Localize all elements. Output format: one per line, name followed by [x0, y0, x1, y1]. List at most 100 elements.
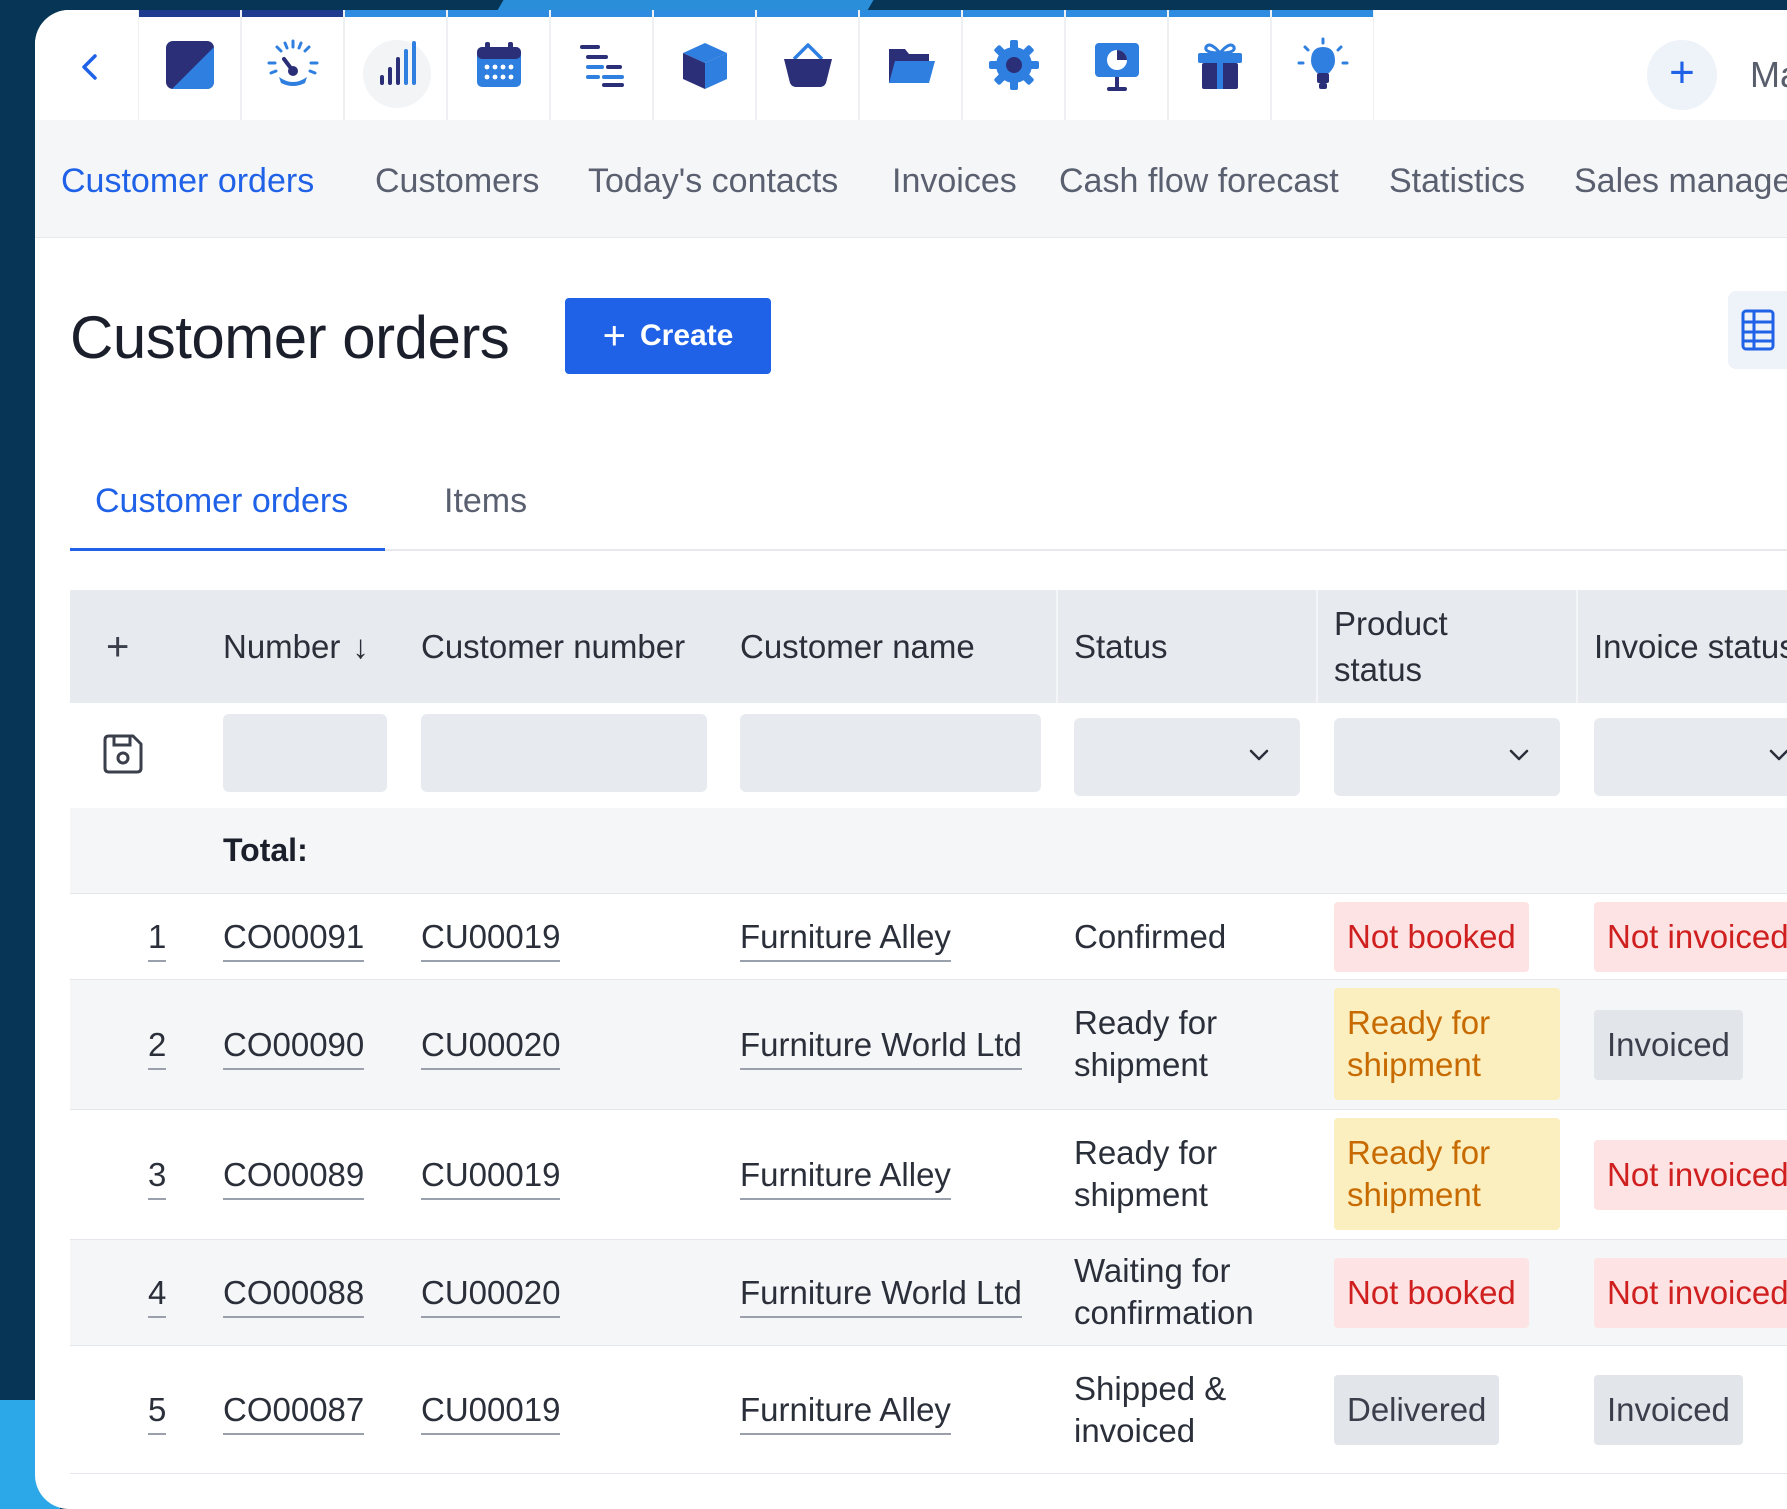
customer-name-link[interactable]: Furniture World Ltd [740, 1272, 1022, 1318]
modnav-customers[interactable]: Customers [375, 162, 539, 201]
table-row[interactable]: 5 CO00087 CU00019 Furniture Alley Shippe… [70, 1346, 1787, 1474]
customer-number-link[interactable]: CU00019 [421, 916, 561, 962]
column-divider [1316, 590, 1318, 703]
row-index[interactable]: 1 [148, 916, 167, 962]
lightbulb-icon [1297, 37, 1348, 89]
product-status-badge: Ready for shipment [1334, 1118, 1560, 1230]
settings-gear-icon [988, 40, 1039, 90]
table-row[interactable]: 4 CO00088 CU00020 Furniture World Ltd Wa… [70, 1240, 1787, 1346]
app-documents[interactable] [859, 10, 962, 120]
row-index[interactable]: 5 [148, 1389, 167, 1435]
orders-grid: + Number ↓ Customer number Customer name… [70, 590, 1787, 1474]
tab-customer-orders[interactable]: Customer orders [95, 482, 348, 521]
customer-number-link[interactable]: CU00020 [421, 1024, 561, 1070]
order-status: Confirmed [1074, 918, 1227, 955]
filter-customer-number-input[interactable] [421, 714, 707, 792]
column-number[interactable]: Number ↓ [223, 590, 369, 703]
column-product-status[interactable]: Product status [1334, 590, 1494, 703]
order-status: Waiting for confirmation [1074, 1252, 1254, 1331]
total-row: Total: [70, 808, 1787, 894]
order-number-link[interactable]: CO00091 [223, 916, 365, 962]
row-index[interactable]: 2 [148, 1024, 167, 1070]
order-number-link[interactable]: CO00088 [223, 1272, 365, 1318]
modnav-statistics[interactable]: Statistics [1389, 162, 1525, 201]
app-dashboard[interactable] [241, 10, 344, 120]
dashboard-gauge-icon [267, 39, 318, 86]
table-row[interactable]: 3 CO00089 CU00019 Furniture Alley Ready … [70, 1110, 1787, 1240]
app-brand-logo[interactable] [138, 10, 241, 120]
modnav-sales-management[interactable]: Sales manage [1574, 162, 1787, 201]
customer-name-link[interactable]: Furniture Alley [740, 1154, 951, 1200]
page-title: Customer orders [70, 304, 510, 371]
app-inventory[interactable] [653, 10, 756, 120]
modnav-cash-flow-forecast[interactable]: Cash flow forecast [1059, 162, 1339, 201]
app-statistics[interactable] [344, 10, 447, 120]
brand-logo-icon [165, 41, 214, 89]
add-app-button[interactable]: + [1647, 40, 1717, 110]
app-gifts[interactable] [1168, 10, 1271, 120]
order-number-link[interactable]: CO00087 [223, 1389, 365, 1435]
filter-status-select[interactable] [1074, 718, 1300, 796]
plus-icon: + [602, 314, 626, 358]
invoice-status-badge: Not invoiced [1594, 902, 1787, 972]
presentation-board-icon [1094, 43, 1139, 91]
modnav-customer-orders[interactable]: Customer orders [61, 162, 314, 201]
table-grid-icon [1741, 309, 1775, 351]
product-status-badge: Delivered [1334, 1375, 1500, 1445]
table-row[interactable]: 2 CO00090 CU00020 Furniture World Ltd Re… [70, 980, 1787, 1110]
filter-row [70, 703, 1787, 808]
app-window: + Ma Customer orders Customers Today's c… [35, 10, 1787, 1509]
app-gantt[interactable] [550, 10, 653, 120]
shopping-basket-icon [783, 43, 832, 87]
customer-number-link[interactable]: CU00019 [421, 1154, 561, 1200]
filter-customer-name-input[interactable] [740, 714, 1041, 792]
invoice-status-badge: Not invoiced [1594, 1140, 1787, 1210]
product-status-badge: Not booked [1334, 1258, 1529, 1328]
app-presentation[interactable] [1065, 10, 1168, 120]
inventory-cube-icon [682, 43, 727, 89]
filter-number-input[interactable] [223, 714, 387, 792]
order-number-link[interactable]: CO00089 [223, 1154, 365, 1200]
invoice-status-badge: Invoiced [1594, 1375, 1743, 1445]
app-sales[interactable] [756, 10, 859, 120]
customer-name-link[interactable]: Furniture Alley [740, 916, 951, 962]
filter-product-status-select[interactable] [1334, 718, 1560, 796]
add-column-button[interactable]: + [106, 590, 129, 703]
column-customer-number[interactable]: Customer number [421, 590, 685, 703]
calendar-icon [476, 42, 521, 87]
column-customer-name[interactable]: Customer name [740, 590, 975, 703]
customer-name-link[interactable]: Furniture Alley [740, 1389, 951, 1435]
order-number-link[interactable]: CO00090 [223, 1024, 365, 1070]
sort-down-icon: ↓ [352, 627, 369, 665]
table-row[interactable]: 1 CO00091 CU00019 Furniture Alley Confir… [70, 894, 1787, 980]
table-view-toggle[interactable] [1728, 291, 1787, 369]
chevron-down-icon [1509, 749, 1529, 761]
total-label: Total: [223, 832, 308, 868]
customer-number-link[interactable]: CU00020 [421, 1272, 561, 1318]
save-filter-icon[interactable] [100, 731, 146, 777]
customer-name-link[interactable]: Furniture World Ltd [740, 1024, 1022, 1070]
app-bar: + Ma [35, 10, 1787, 120]
row-index[interactable]: 3 [148, 1154, 167, 1200]
column-invoice-status[interactable]: Invoice status [1594, 590, 1787, 703]
create-button[interactable]: + Create [565, 298, 771, 374]
app-settings[interactable] [962, 10, 1065, 120]
row-index[interactable]: 4 [148, 1272, 167, 1318]
app-calendar[interactable] [447, 10, 550, 120]
filter-invoice-status-select[interactable] [1594, 718, 1787, 796]
column-status[interactable]: Status [1074, 590, 1168, 703]
chevron-left-icon[interactable] [75, 50, 107, 84]
modnav-todays-contacts[interactable]: Today's contacts [588, 162, 838, 201]
app-ideas[interactable] [1271, 10, 1374, 120]
product-status-badge: Ready for shipment [1334, 988, 1560, 1100]
customer-number-link[interactable]: CU00019 [421, 1389, 561, 1435]
tab-items[interactable]: Items [444, 482, 527, 521]
invoice-status-badge: Invoiced [1594, 1010, 1743, 1080]
module-nav: Customer orders Customers Today's contac… [35, 120, 1787, 238]
user-menu-label[interactable]: Ma [1750, 54, 1787, 96]
modnav-invoices[interactable]: Invoices [892, 162, 1017, 201]
sub-tabs: Customer orders Items [70, 460, 1787, 551]
chevron-down-icon [1769, 749, 1787, 761]
invoice-status-badge: Not invoiced [1594, 1258, 1787, 1328]
order-status: Shipped & invoiced [1074, 1370, 1227, 1449]
